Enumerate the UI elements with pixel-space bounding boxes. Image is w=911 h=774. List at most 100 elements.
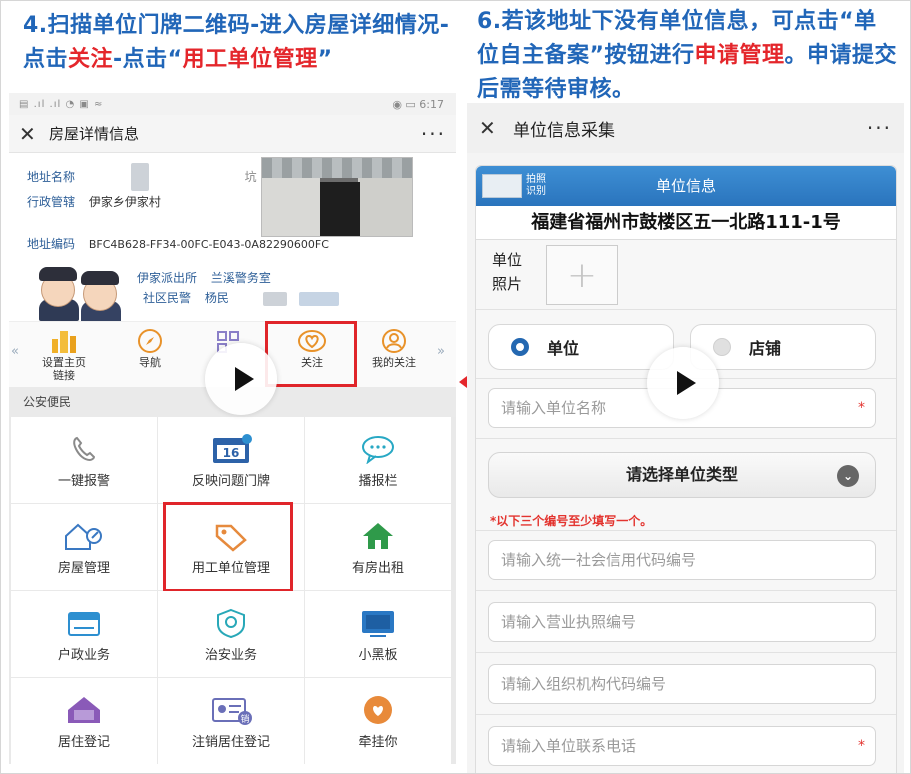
scroll-left-icon[interactable]: « <box>11 344 19 359</box>
wifi-icon: ◉ ▭ <box>392 97 420 111</box>
close-icon[interactable]: ✕ <box>19 122 43 146</box>
scroll-right-icon[interactable]: » <box>437 344 445 359</box>
compass-icon <box>115 328 185 354</box>
divider <box>476 438 896 439</box>
quick-navigation[interactable]: 导航 <box>115 328 185 369</box>
station-name: 伊家派出所 <box>137 271 198 285</box>
form-header: 拍照 识别 单位信息 <box>476 166 896 206</box>
address-row: 地址名称 坑 <box>27 163 257 191</box>
unit-type-select[interactable]: 请选择单位类型 ⌄ <box>488 452 876 498</box>
radio-shop[interactable]: 店铺 <box>690 324 876 370</box>
select-value: 请选择单位类型 <box>625 465 738 484</box>
unit-info-form: 拍照 识别 单位信息 福建省福州市鼓楼区五一北路111-1号 单位 照片 + 单… <box>475 165 897 773</box>
redacted-value <box>130 163 149 191</box>
code-label: 地址编码 <box>27 237 76 251</box>
community-police-label: 社区民警 <box>143 291 192 305</box>
grid-item-security[interactable]: 治安业务 <box>158 591 304 677</box>
caption-highlight: 用工单位管理 <box>182 47 318 72</box>
house-info: 地址名称 坑 行政管辖 伊家乡伊家村 地址编码 BFC4B628-FF34-00… <box>9 153 456 323</box>
required-mark: * <box>858 400 865 416</box>
grid-item-rent-house[interactable]: 有房出租 <box>305 504 451 590</box>
user-follow-icon <box>359 328 429 354</box>
grid-item-residence-reg[interactable]: 居住登记 <box>11 678 157 764</box>
address-tail: 坑 <box>244 169 257 184</box>
phone-icon <box>68 432 100 466</box>
grid-label: 户政业务 <box>57 647 110 663</box>
quick-label: 我的关注 <box>372 356 416 369</box>
grid-item-house-mgmt[interactable]: 房屋管理 <box>11 504 157 590</box>
divider <box>476 714 896 715</box>
grid-label: 牵挂你 <box>358 734 398 750</box>
quick-set-homepage[interactable]: 设置主页 链接 <box>29 328 99 382</box>
left-nav-bar: ✕ 房屋详情信息 ··· <box>9 115 456 153</box>
code-value: BFC4B628-FF34-00FC-E043-0A82290600FC <box>88 238 329 251</box>
redacted-value <box>262 291 287 306</box>
radio-unit[interactable]: 单位 <box>488 324 674 370</box>
divider <box>476 530 896 531</box>
address-label: 地址名称 <box>27 169 76 184</box>
org-code-input[interactable]: 请输入组织机构代码编号 <box>488 664 876 704</box>
grid-item-broadcast[interactable]: 播报栏 <box>305 417 451 503</box>
grid-label: 小黑板 <box>358 647 398 663</box>
video-play-button[interactable] <box>205 343 277 415</box>
house-key-icon <box>62 519 106 553</box>
screenshot-frame: 4.扫描单位门牌二维码-进入房屋详细情况-点击关注-点击“用工单位管理” 6.若… <box>0 0 911 774</box>
page-title: 房屋详情信息 <box>49 125 140 143</box>
input-placeholder: 请输入组织机构代码编号 <box>501 675 667 693</box>
grid-label: 有房出租 <box>351 560 404 576</box>
quick-my-follows[interactable]: 我的关注 <box>359 328 429 369</box>
grid-item-care[interactable]: 牵挂你 <box>305 678 451 764</box>
left-caption: 4.扫描单位门牌二维码-进入房屋详细情况-点击关注-点击“用工单位管理” <box>23 9 455 77</box>
plus-icon: + <box>566 254 598 296</box>
follow-highlight-box <box>265 321 357 387</box>
status-right: ◉ ▭ 6:17 <box>392 98 444 111</box>
community-police-row: 社区民警 杨民 <box>143 289 339 306</box>
grid-item-cancel-residence[interactable]: 销 注销居住登记 <box>158 678 304 764</box>
contact-phone-input[interactable]: 请输入单位联系电话 * <box>488 726 876 766</box>
left-phone-screen: ▤ .ıl .ıl ◔ ▣ ≈ ◉ ▭ 6:17 ✕ 房屋详情信息 ··· 地址… <box>9 93 456 773</box>
radio-unselected-icon <box>713 338 731 356</box>
grid-item-blackboard[interactable]: 小黑板 <box>305 591 451 677</box>
cancel-card-icon: 销 <box>209 693 253 727</box>
chat-icon <box>360 432 396 466</box>
license-input[interactable]: 请输入营业执照编号 <box>488 602 876 642</box>
quick-label: 设置主页 链接 <box>42 356 86 382</box>
video-play-button[interactable] <box>647 347 719 419</box>
form-title: 单位信息 <box>655 177 716 195</box>
police-office: 兰溪警务室 <box>210 271 271 285</box>
grid-label: 房屋管理 <box>57 560 110 576</box>
service-grid: 一键报警 16 反映问题门牌 播报栏 房屋管理 用工单位管理 有房出租 户政业务… <box>9 417 456 764</box>
caption-highlight: 申请管理 <box>694 43 785 68</box>
grid-label: 注销居住登记 <box>191 734 270 750</box>
police-mascot-icon <box>31 263 131 323</box>
calendar-icon: 16 <box>209 432 253 466</box>
building-icon <box>29 328 99 354</box>
grid-item-household[interactable]: 户政业务 <box>11 591 157 677</box>
play-icon <box>234 367 254 391</box>
code-row: 地址编码 BFC4B628-FF34-00FC-E043-0A82290600F… <box>27 235 329 252</box>
district-label: 行政管辖 <box>27 195 76 209</box>
grid-label: 治安业务 <box>204 647 257 663</box>
close-icon[interactable]: ✕ <box>479 116 505 140</box>
grid-item-report-plate[interactable]: 16 反映问题门牌 <box>158 417 304 503</box>
more-menu-icon[interactable]: ··· <box>867 116 892 140</box>
input-placeholder: 请输入单位联系电话 <box>501 737 637 755</box>
photo-label: 单位 照片 <box>492 251 523 293</box>
grid-label: 一键报警 <box>57 473 110 489</box>
board-icon <box>358 606 398 640</box>
caption-text: ” <box>317 47 333 72</box>
grid-item-alarm[interactable]: 一键报警 <box>11 417 157 503</box>
id-card-icon <box>65 606 103 640</box>
unit-address: 福建省福州市鼓楼区五一北路111-1号 <box>476 206 896 240</box>
grid-item-employer-mgmt[interactable]: 用工单位管理 <box>158 502 304 592</box>
input-placeholder: 请输入单位名称 <box>501 399 607 417</box>
add-photo-button[interactable]: + <box>546 245 618 305</box>
more-menu-icon[interactable]: ··· <box>421 122 446 146</box>
divider <box>476 590 896 591</box>
quick-label: 导航 <box>139 356 161 369</box>
house-photo <box>261 157 413 237</box>
svg-text:销: 销 <box>240 713 249 725</box>
district-value: 伊家乡伊家村 <box>88 195 161 209</box>
input-placeholder: 请输入统一社会信用代码编号 <box>501 551 697 569</box>
credit-code-input[interactable]: 请输入统一社会信用代码编号 <box>488 540 876 580</box>
